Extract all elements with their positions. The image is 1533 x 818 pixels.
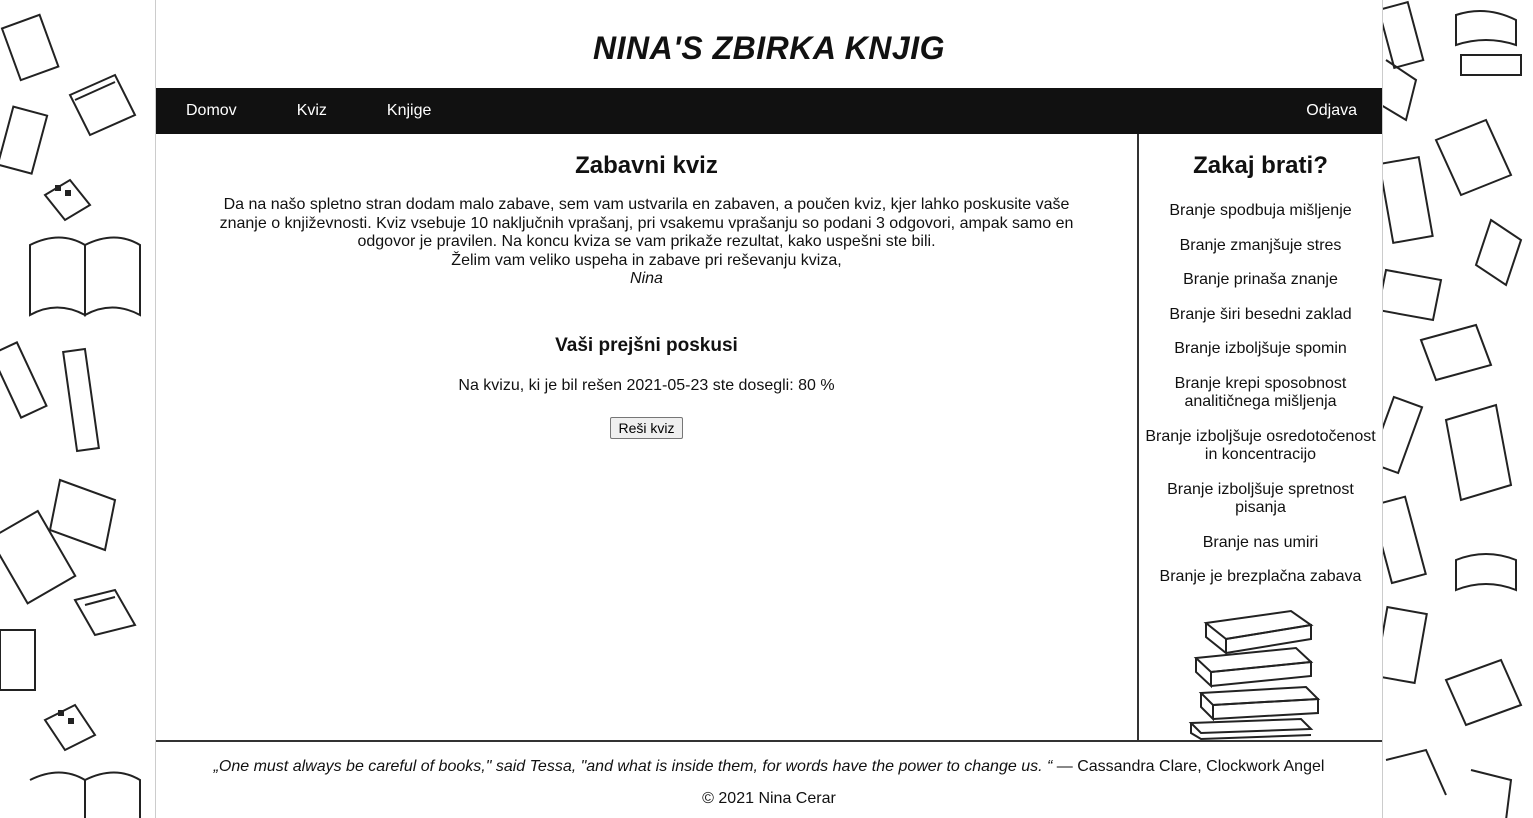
nav-logout-link[interactable]: Odjava (1306, 102, 1357, 120)
list-item: Branje spodbuja mišljenje (1169, 202, 1352, 219)
nav-home-link[interactable]: Domov (186, 102, 237, 120)
page-container: NINA'S ZBIRKA KNJIG Domov Kviz Knjige Od… (155, 0, 1383, 818)
solve-quiz-button[interactable]: Reši kviz (610, 416, 683, 439)
page-footer: „One must always be careful of books," s… (156, 758, 1382, 808)
background-doodles-right (1381, 0, 1533, 818)
list-item: Branje izboljšuje spomin (1174, 340, 1347, 357)
quiz-heading: Zabavni kviz (575, 152, 718, 179)
content-area: Zabavni kviz Da na našo spletno stran do… (156, 134, 1382, 742)
quote-text: „One must always be careful of books," s… (213, 758, 1053, 775)
site-title: NINA'S ZBIRKA KNJIG (593, 30, 945, 66)
quiz-intro: Da na našo spletno stran dodam malo zaba… (212, 196, 1082, 289)
list-item: Branje nas umiri (1202, 533, 1319, 551)
quote-attribution: — Cassandra Clare, Clockwork Angel (1052, 758, 1325, 775)
list-item: Branje izboljšuje osredotočenost in konc… (1145, 427, 1376, 464)
list-item: Branje prinaša znanje (1183, 271, 1338, 288)
list-item: Branje zmanjšuje stres (1179, 236, 1342, 254)
footer-quote: „One must always be careful of books," s… (156, 758, 1382, 776)
attempts-heading: Vaši prejšni poskusi (555, 334, 738, 356)
copyright: © 2021 Nina Cerar (702, 790, 836, 807)
sidebar-heading: Zakaj brati? (1193, 152, 1328, 179)
list-item: Branje izboljšuje spretnost pisanja (1167, 480, 1354, 517)
list-item: Branje širi besedni zaklad (1169, 305, 1352, 323)
quiz-intro-text: Da na našo spletno stran dodam malo zaba… (219, 196, 1074, 250)
reasons-list: Branje spodbuja mišljenje Branje zmanjšu… (1139, 202, 1382, 587)
why-read-sidebar: Zakaj brati? Branje spodbuja mišljenje B… (1139, 134, 1382, 740)
quiz-section: Zabavni kviz Da na našo spletno stran do… (156, 134, 1139, 740)
list-item: Branje krepi sposobnost analitičnega miš… (1174, 374, 1347, 411)
attempt-result: Na kvizu, ki je bil rešen 2021-05-23 ste… (458, 376, 835, 394)
background-doodles-left (0, 0, 155, 818)
book-stack-illustration (1188, 609, 1320, 740)
signature: Nina (630, 270, 663, 287)
nav-quiz-link[interactable]: Kviz (297, 102, 327, 120)
list-item: Branje je brezplačna zabava (1159, 568, 1362, 585)
nav-books-link[interactable]: Knjige (387, 102, 431, 120)
main-navbar: Domov Kviz Knjige Odjava (156, 88, 1382, 134)
quiz-wish: Želim vam veliko uspeha in zabave pri re… (451, 251, 842, 269)
